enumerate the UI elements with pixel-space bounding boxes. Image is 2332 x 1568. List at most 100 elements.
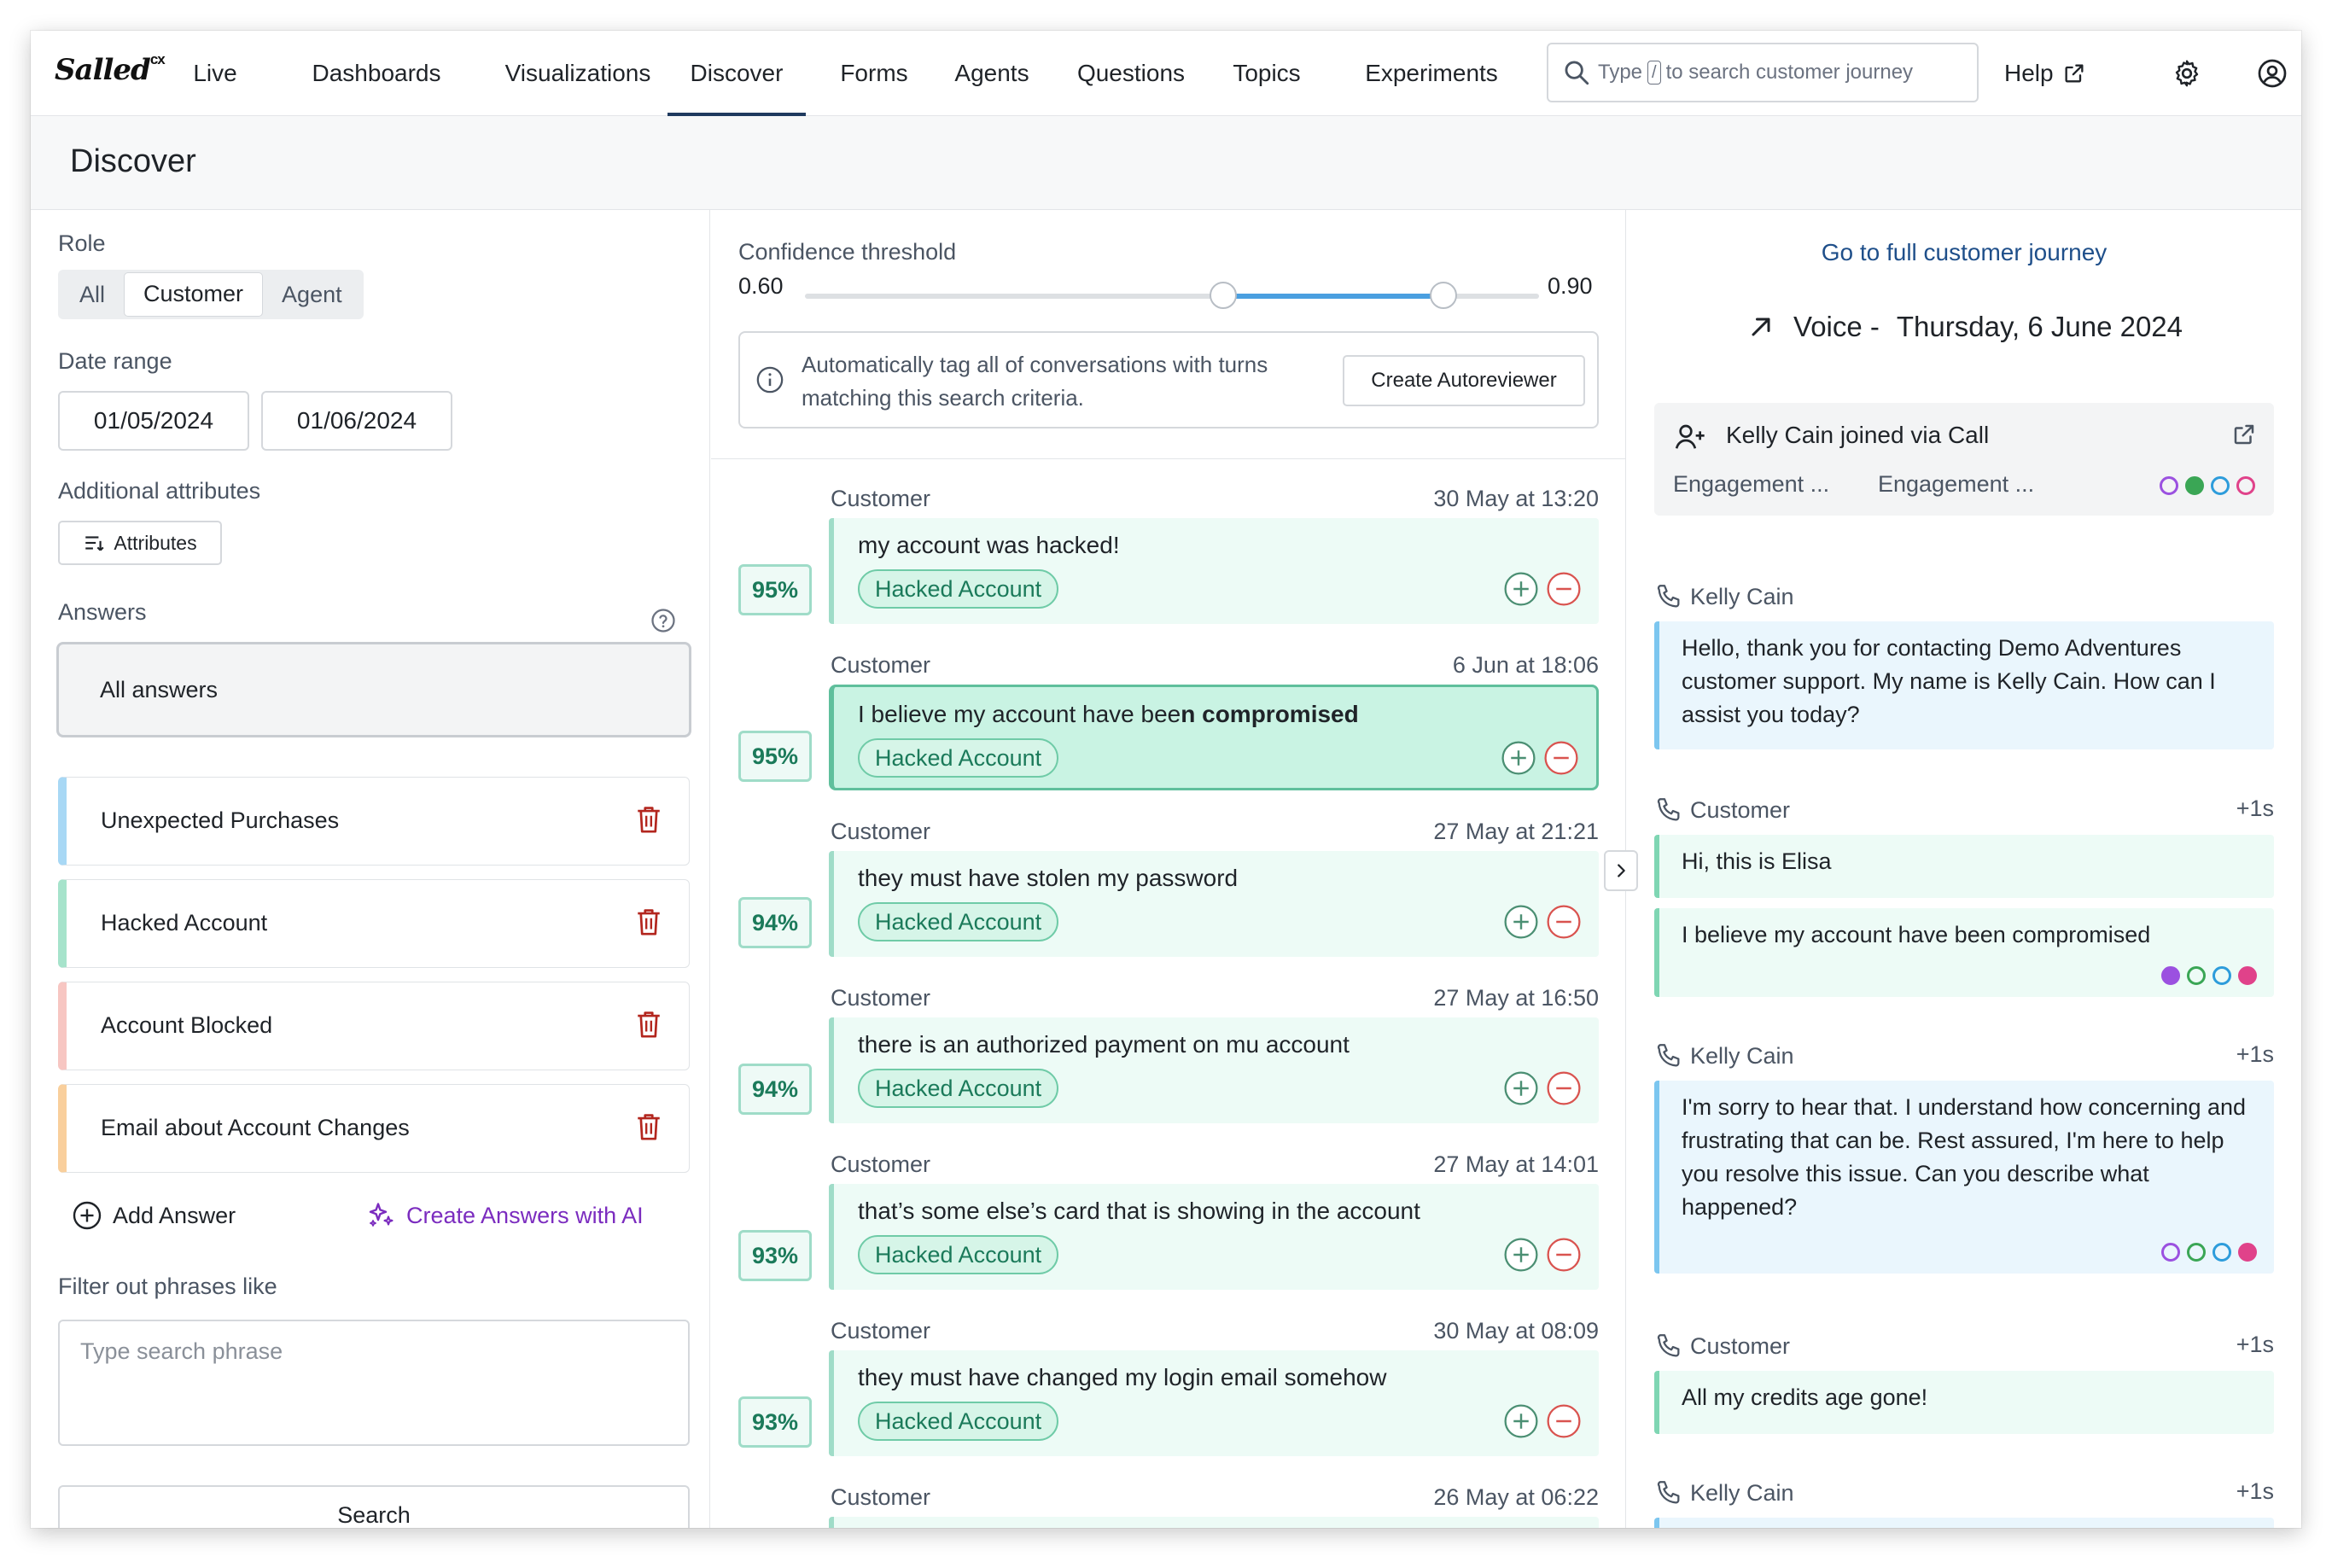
answer-label: Account Blocked	[101, 1012, 273, 1038]
answer-tag[interactable]: Hacked Account	[858, 1402, 1059, 1441]
slider-high-handle[interactable]	[1430, 282, 1458, 309]
reject-button[interactable]	[1546, 1070, 1582, 1110]
threshold-max-value: 0.90	[1548, 273, 1593, 299]
answer-tag[interactable]: Hacked Account	[858, 1235, 1059, 1274]
answer-item[interactable]: Account Blocked	[58, 982, 690, 1070]
approve-button[interactable]	[1503, 1403, 1539, 1443]
approve-button[interactable]	[1503, 1237, 1539, 1277]
delete-answer-button[interactable]	[634, 906, 663, 942]
gear-icon	[2175, 60, 2199, 87]
minus-circle-icon	[1544, 741, 1578, 775]
journey-panel: Go to full customer journey Voice - Thur…	[1627, 210, 2301, 1528]
join-event-text: Kelly Cain joined via Call	[1726, 422, 1990, 448]
nav-discover[interactable]: Discover	[668, 31, 806, 116]
score-dot	[2187, 966, 2206, 985]
create-autoreviewer-button[interactable]: Create Autoreviewer	[1343, 355, 1585, 406]
page-header: Discover	[31, 116, 2301, 210]
delete-answer-button[interactable]	[634, 803, 663, 840]
nav-dashboards[interactable]: Dashboards	[287, 31, 466, 116]
external-link-icon[interactable]	[2231, 422, 2257, 447]
add-answer-button[interactable]: Add Answer	[72, 1200, 236, 1231]
result-timestamp: 6 Jun at 18:06	[1452, 652, 1599, 678]
nav-visualizations[interactable]: Visualizations	[483, 31, 673, 116]
role-all[interactable]: All	[61, 272, 124, 317]
result-item[interactable]: Customer 27 May at 14:01 93% that’s some el…	[711, 1145, 1626, 1311]
filter-phrases-textarea[interactable]: Type search phrase	[58, 1320, 690, 1446]
result-item[interactable]: Customer 30 May at 08:09 93% they must have…	[711, 1311, 1626, 1478]
turn-speaker: Kelly Cain	[1654, 1041, 1794, 1070]
date-from-input[interactable]: 01/05/2024	[58, 391, 249, 451]
approve-button[interactable]	[1503, 1070, 1539, 1110]
answer-tag[interactable]: Hacked Account	[858, 902, 1059, 941]
answer-item[interactable]: Email about Account Changes	[58, 1084, 690, 1173]
answers-help-button[interactable]	[650, 608, 676, 638]
delete-answer-button[interactable]	[634, 1110, 663, 1147]
journey-search-input[interactable]: Type / to search customer journey	[1547, 43, 1979, 102]
nav-topics[interactable]: Topics	[1219, 31, 1315, 116]
trash-icon	[638, 1011, 660, 1038]
minus-circle-icon	[1547, 572, 1581, 606]
transcript-message[interactable]: All my credits age gone!	[1654, 1371, 2274, 1434]
role-customer[interactable]: Customer	[124, 272, 264, 317]
role-agent[interactable]: Agent	[263, 272, 361, 317]
result-message[interactable]: there is an authorized payment on mu acc…	[829, 1017, 1599, 1123]
transcript-message-text: All my credits age gone!	[1682, 1384, 1928, 1410]
result-message[interactable]	[829, 1517, 1599, 1528]
transcript-message[interactable]: I believe my account have been compromis…	[1654, 908, 2274, 997]
logo[interactable]: Salledcx	[55, 51, 166, 87]
plus-circle-icon	[1504, 1071, 1538, 1105]
transcript-message[interactable]: Hello, thank you for contacting Demo Adv…	[1654, 621, 2274, 749]
answer-tag[interactable]: Hacked Account	[858, 738, 1059, 778]
result-item[interactable]: Customer 26 May at 06:22	[711, 1478, 1626, 1528]
nav-experiments[interactable]: Experiments	[1337, 31, 1526, 116]
nav-agents[interactable]: Agents	[944, 31, 1040, 116]
plus-circle-icon	[1504, 905, 1538, 939]
transcript-message-text: I believe my account have been compromis…	[1682, 922, 2151, 947]
result-message[interactable]: they must have stolen my password Hacked …	[829, 851, 1599, 957]
transcript-message[interactable]: OK. I see that your credits were spent f…	[1654, 1518, 2274, 1528]
transcript-message[interactable]: I'm sorry to hear that. I understand how…	[1654, 1081, 2274, 1274]
profile-button[interactable]	[2255, 56, 2289, 90]
approve-button[interactable]	[1501, 740, 1536, 780]
approve-button[interactable]	[1503, 571, 1539, 611]
answer-item[interactable]: Hacked Account	[58, 879, 690, 968]
nav-forms[interactable]: Forms	[831, 31, 917, 116]
settings-button[interactable]	[2170, 56, 2204, 90]
reject-button[interactable]	[1546, 1237, 1582, 1277]
threshold-min-value: 0.60	[738, 273, 784, 299]
search-shortcut-key: /	[1647, 61, 1661, 85]
result-item[interactable]: Customer 27 May at 21:21 94% they must have…	[711, 812, 1626, 978]
help-link[interactable]: Help	[2004, 31, 2086, 116]
approve-button[interactable]	[1503, 904, 1539, 944]
reject-button[interactable]	[1543, 740, 1579, 780]
create-answers-ai-button[interactable]: Create Answers with AI	[365, 1200, 644, 1231]
nav-questions[interactable]: Questions	[1067, 31, 1195, 116]
info-icon	[756, 366, 784, 393]
expand-panel-button[interactable]	[1604, 850, 1638, 891]
confidence-range-slider[interactable]	[805, 282, 1539, 309]
result-message[interactable]: my account was hacked! Hacked Account	[829, 518, 1599, 624]
search-button[interactable]: Search	[58, 1485, 690, 1528]
slider-low-handle[interactable]	[1210, 282, 1238, 309]
reject-button[interactable]	[1546, 904, 1582, 944]
attributes-button[interactable]: Attributes	[58, 521, 222, 565]
nav-live[interactable]: Live	[178, 31, 253, 116]
full-journey-link[interactable]: Go to full customer journey	[1627, 239, 2301, 266]
date-to-input[interactable]: 01/06/2024	[261, 391, 452, 451]
result-item[interactable]: Customer 6 Jun at 18:06 95% I believe my ac…	[711, 645, 1626, 812]
minus-circle-icon	[1547, 1071, 1581, 1105]
result-item[interactable]: Customer 30 May at 13:20 95% my account was…	[711, 479, 1626, 645]
answer-item[interactable]: Unexpected Purchases	[58, 777, 690, 866]
result-message-text: they must have changed my login email so…	[858, 1364, 1387, 1390]
result-message[interactable]: that’s some else’s card that is showing …	[829, 1184, 1599, 1290]
result-item[interactable]: Customer 27 May at 16:50 94% there is an au…	[711, 978, 1626, 1145]
reject-button[interactable]	[1546, 1403, 1582, 1443]
transcript-message[interactable]: Hi, this is Elisa	[1654, 835, 2274, 898]
result-message[interactable]: I believe my account have been compromis…	[829, 685, 1599, 790]
delete-answer-button[interactable]	[634, 1008, 663, 1045]
all-answers-item[interactable]: All answers	[56, 642, 691, 737]
answer-tag[interactable]: Hacked Account	[858, 569, 1059, 609]
reject-button[interactable]	[1546, 571, 1582, 611]
answer-tag[interactable]: Hacked Account	[858, 1069, 1059, 1108]
result-message[interactable]: they must have changed my login email so…	[829, 1350, 1599, 1456]
